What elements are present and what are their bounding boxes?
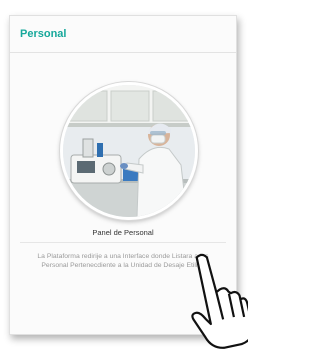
divider: [20, 242, 226, 243]
hand-pointer-icon: [188, 250, 254, 350]
personnel-avatar[interactable]: [60, 82, 198, 220]
card-title: Personal: [20, 28, 67, 40]
panel-caption: Panel de Personal: [92, 228, 154, 237]
lab-technician-image: [63, 85, 195, 217]
card-header: Personal: [10, 16, 236, 53]
